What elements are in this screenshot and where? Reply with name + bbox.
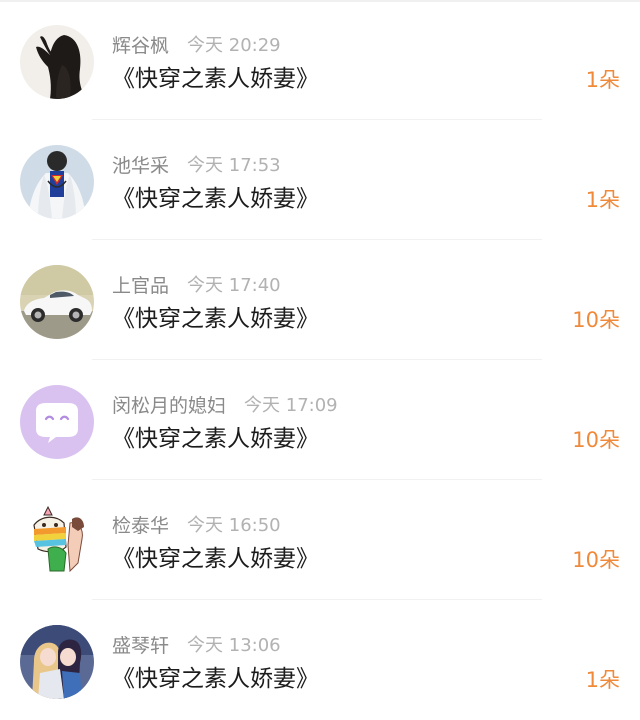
timestamp: 今天 17:53: [187, 155, 281, 176]
avatar[interactable]: [20, 625, 94, 699]
avatar[interactable]: [20, 25, 94, 99]
list-item[interactable]: 上官品 今天 17:40 《快穿之素人娇妻》 10朵: [0, 240, 640, 360]
username[interactable]: 辉谷枫: [112, 31, 169, 58]
username[interactable]: 池华采: [112, 151, 169, 178]
avatar[interactable]: [20, 505, 94, 579]
username[interactable]: 检泰华: [112, 511, 169, 538]
username[interactable]: 上官品: [112, 271, 169, 298]
gift-count: 10朵: [572, 308, 620, 332]
list-item[interactable]: 闵松月的媳妇 今天 17:09 《快穿之素人娇妻》 10朵: [0, 360, 640, 480]
book-title[interactable]: 《快穿之素人娇妻》: [112, 543, 319, 575]
book-title[interactable]: 《快穿之素人娇妻》: [112, 423, 319, 455]
username[interactable]: 闵松月的媳妇: [112, 391, 226, 418]
timestamp: 今天 17:40: [187, 275, 281, 296]
avatar[interactable]: [20, 265, 94, 339]
cartoon-unicorn-avatar-icon: [20, 505, 94, 579]
gift-count: 10朵: [572, 548, 620, 572]
book-title[interactable]: 《快穿之素人娇妻》: [112, 303, 319, 335]
book-title[interactable]: 《快穿之素人娇妻》: [112, 663, 319, 695]
white-sports-car-avatar-icon: [20, 265, 94, 339]
timestamp: 今天 13:06: [187, 635, 281, 656]
timestamp: 今天 20:29: [187, 35, 281, 56]
username[interactable]: 盛琴轩: [112, 631, 169, 658]
anime-couple-avatar-icon: [20, 625, 94, 699]
list-item[interactable]: 辉谷枫 今天 20:29 《快穿之素人娇妻》 1朵: [0, 0, 640, 120]
book-title[interactable]: 《快穿之素人娇妻》: [112, 63, 319, 95]
avatar[interactable]: [20, 145, 94, 219]
gift-count: 10朵: [572, 428, 620, 452]
timestamp: 今天 17:09: [244, 395, 338, 416]
dark-hair-woman-avatar-icon: [20, 25, 94, 99]
purple-chat-bubble-avatar-icon: [20, 385, 94, 459]
gift-count: 1朵: [585, 68, 620, 92]
list-item[interactable]: 盛琴轩 今天 13:06 《快穿之素人娇妻》 1朵: [0, 600, 640, 720]
list-item[interactable]: 池华采 今天 17:53 《快穿之素人娇妻》 1朵: [0, 120, 640, 240]
timestamp: 今天 16:50: [187, 515, 281, 536]
superman-shirt-avatar-icon: [20, 145, 94, 219]
book-title[interactable]: 《快穿之素人娇妻》: [112, 183, 319, 215]
list-item[interactable]: 检泰华 今天 16:50 《快穿之素人娇妻》 10朵: [0, 480, 640, 600]
gift-count: 1朵: [585, 668, 620, 692]
avatar[interactable]: [20, 385, 94, 459]
gift-count: 1朵: [585, 188, 620, 212]
